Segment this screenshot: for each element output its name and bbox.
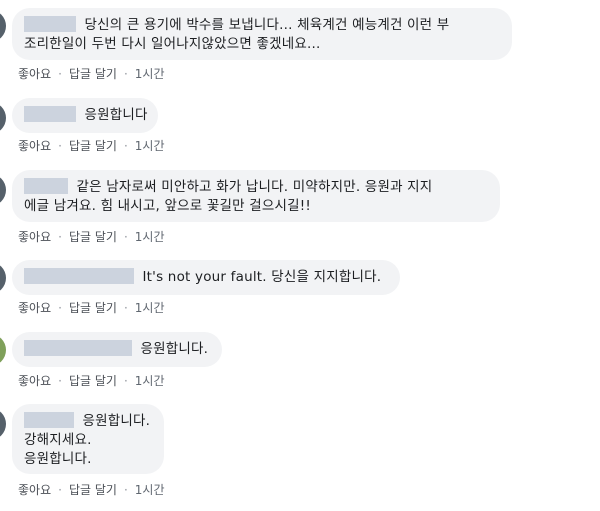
- timestamp[interactable]: 1시간: [135, 481, 165, 498]
- separator-dot: ·: [123, 139, 128, 153]
- comment-bubble: 당신의 큰 용기에 박수를 보냅니다... 체육계건 예능계건 이런 부 조리한…: [12, 8, 512, 60]
- separator-dot: ·: [123, 230, 128, 244]
- separator-dot: ·: [123, 374, 128, 388]
- like-link[interactable]: 좋아요: [18, 137, 51, 154]
- comment-text: 당신의 큰 용기에 박수를 보냅니다... 체육계건 예능계건 이런 부: [84, 17, 450, 33]
- comment-actions: 좋아요 · 답글 달기 · 1시간: [18, 372, 164, 389]
- comment-actions: 좋아요 · 답글 달기 · 1시간: [18, 228, 164, 245]
- avatar[interactable]: [0, 10, 6, 42]
- reply-link[interactable]: 답글 달기: [69, 299, 117, 316]
- avatar[interactable]: [0, 408, 6, 440]
- comment-actions: 좋아요 · 답글 달기 · 1시간: [18, 65, 164, 82]
- timestamp[interactable]: 1시간: [135, 299, 165, 316]
- timestamp[interactable]: 1시간: [135, 228, 165, 245]
- comment-text: It's not your fault. 당신을 지지합니다.: [142, 269, 382, 285]
- timestamp[interactable]: 1시간: [135, 372, 165, 389]
- commenter-name-redacted[interactable]: [24, 16, 76, 32]
- separator-dot: ·: [58, 67, 62, 81]
- commenter-name-redacted[interactable]: [24, 106, 76, 122]
- like-link[interactable]: 좋아요: [18, 65, 51, 82]
- comment-bubble: It's not your fault. 당신을 지지합니다.: [12, 260, 400, 295]
- commenter-name-redacted[interactable]: [24, 340, 132, 356]
- comment-actions: 좋아요 · 답글 달기 · 1시간: [18, 299, 164, 316]
- reply-link[interactable]: 답글 달기: [69, 481, 117, 498]
- separator-dot: ·: [123, 67, 128, 81]
- commenter-name-redacted[interactable]: [24, 178, 68, 194]
- like-link[interactable]: 좋아요: [18, 299, 51, 316]
- comment-bubble: 응원합니다.: [12, 332, 222, 367]
- separator-dot: ·: [58, 374, 62, 388]
- avatar[interactable]: [0, 174, 6, 206]
- like-link[interactable]: 좋아요: [18, 228, 51, 245]
- comment-bubble: 응원합니다. 강해지세요. 응원합니다.: [12, 404, 164, 474]
- avatar[interactable]: [0, 262, 6, 294]
- reply-link[interactable]: 답글 달기: [69, 65, 117, 82]
- separator-dot: ·: [58, 139, 62, 153]
- comment-actions: 좋아요 · 답글 달기 · 1시간: [18, 137, 164, 154]
- comment-bubble: 같은 남자로써 미안하고 화가 납니다. 미약하지만. 응원과 지지 에글 남겨…: [12, 170, 500, 222]
- separator-dot: ·: [58, 483, 62, 497]
- commenter-name-redacted[interactable]: [24, 412, 74, 428]
- like-link[interactable]: 좋아요: [18, 372, 51, 389]
- reply-link[interactable]: 답글 달기: [69, 137, 117, 154]
- comment-text: 조리한일이 두번 다시 일어나지않았으면 좋겠네요...: [24, 36, 321, 52]
- separator-dot: ·: [123, 301, 128, 315]
- separator-dot: ·: [58, 230, 62, 244]
- commenter-name-redacted[interactable]: [24, 268, 134, 284]
- reply-link[interactable]: 답글 달기: [69, 228, 117, 245]
- like-link[interactable]: 좋아요: [18, 481, 51, 498]
- comment-text: 에글 남겨요. 힘 내시고, 앞으로 꽃길만 걸으시길!!: [24, 198, 311, 214]
- comment-text: 응원합니다.: [140, 341, 209, 357]
- comment-text: 응원합니다.: [24, 451, 92, 467]
- comment-actions: 좋아요 · 답글 달기 · 1시간: [18, 481, 164, 498]
- comment-text: 응원합니다.: [82, 413, 151, 429]
- timestamp[interactable]: 1시간: [135, 65, 165, 82]
- separator-dot: ·: [58, 301, 62, 315]
- comment-text: 응원합니다: [84, 107, 148, 123]
- separator-dot: ·: [123, 483, 128, 497]
- timestamp[interactable]: 1시간: [135, 137, 165, 154]
- avatar[interactable]: [0, 334, 6, 366]
- reply-link[interactable]: 답글 달기: [69, 372, 117, 389]
- avatar[interactable]: [0, 102, 6, 134]
- comment-text: 강해지세요.: [24, 432, 92, 448]
- comment-text: 같은 남자로써 미안하고 화가 납니다. 미약하지만. 응원과 지지: [76, 179, 433, 195]
- comment-bubble: 응원합니다: [12, 98, 158, 133]
